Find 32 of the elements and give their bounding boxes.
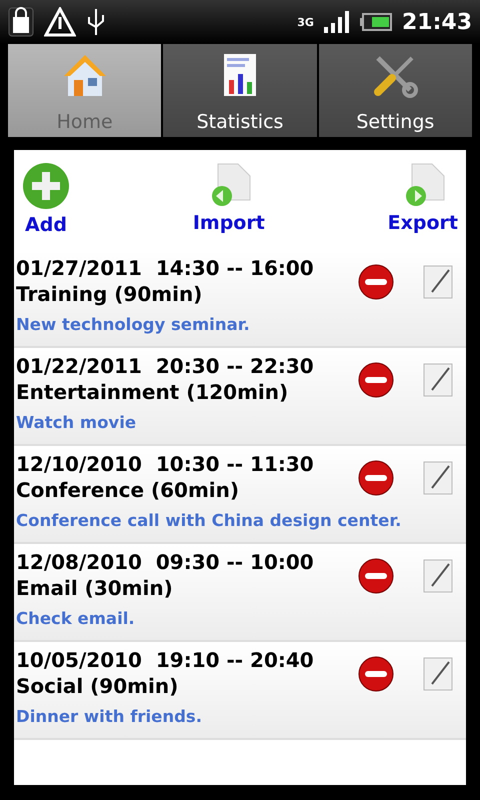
battery-icon <box>360 13 392 31</box>
delete-button[interactable] <box>358 362 394 398</box>
delete-button[interactable] <box>358 460 394 496</box>
event-title: Social (90min) <box>16 674 180 698</box>
event-datetime: 10/05/2010 19:10 -- 20:40 <box>16 648 315 672</box>
delete-button[interactable] <box>358 656 394 692</box>
delete-button[interactable] <box>358 264 394 300</box>
tab[interactable]: Statistics <box>163 44 317 137</box>
usb-icon <box>86 7 106 37</box>
event-note: Dinner with friends. <box>16 706 202 728</box>
clock-time: 21:43 <box>402 10 472 34</box>
event-title: Conference (60min) <box>16 478 240 502</box>
export-button[interactable]: Export <box>388 162 458 236</box>
event-datetime: 01/27/2011 14:30 -- 16:00 <box>16 256 315 280</box>
import-button[interactable]: Import <box>192 162 265 236</box>
plus-icon <box>22 162 70 210</box>
network-type: 3G <box>297 16 314 28</box>
delete-button[interactable] <box>358 558 394 594</box>
signal-icon <box>324 11 350 33</box>
tab[interactable]: Settings <box>318 44 472 137</box>
event-note: Watch movie <box>16 412 136 434</box>
event-title: Email (30min) <box>16 576 174 600</box>
event-note: Conference call with China design center. <box>16 510 402 532</box>
add-button[interactable]: Add <box>22 162 70 236</box>
event-note: New technology seminar. <box>16 314 250 336</box>
event-datetime: 12/10/2010 10:30 -- 11:30 <box>16 452 315 476</box>
warning-icon <box>44 7 76 37</box>
event-title: Training (90min) <box>16 282 204 306</box>
event-datetime: 01/22/2011 20:30 -- 22:30 <box>16 354 315 378</box>
event-datetime: 12/08/2010 09:30 -- 10:00 <box>16 550 315 574</box>
event-title: Entertainment (120min) <box>16 380 290 404</box>
event-note: Check email. <box>16 608 135 630</box>
